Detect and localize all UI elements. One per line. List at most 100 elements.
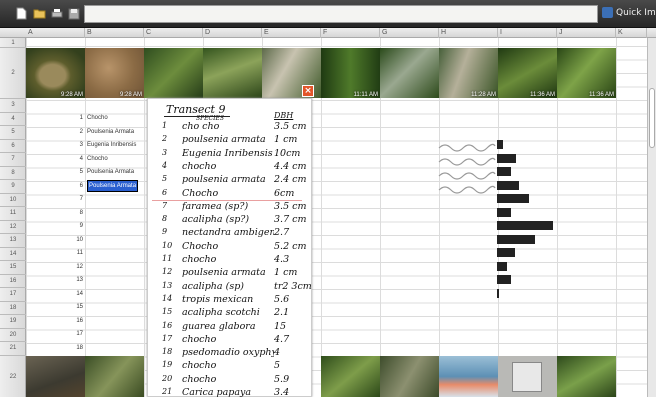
save-icon[interactable]	[67, 6, 81, 21]
number-cell[interactable]: 3	[67, 139, 83, 151]
column-header[interactable]: K	[616, 28, 647, 38]
note-species: chocho	[182, 333, 217, 345]
row-header[interactable]: 20	[0, 329, 26, 342]
photo-thumbnail[interactable]: 11:36 AM	[557, 48, 616, 98]
note-species: guarea glabora	[182, 320, 256, 332]
row-header[interactable]: 14	[0, 248, 26, 261]
photo-thumbnail[interactable]: 11:11 AM	[321, 48, 380, 98]
handwritten-note-image[interactable]: Transect 9 SPECIES DBH 1 cho cho 3.5 cm 2 po…	[147, 98, 312, 397]
photo-timestamp: 11:28 AM	[471, 92, 496, 98]
row-header[interactable]: 9	[0, 180, 26, 194]
row-header[interactable]: 3	[0, 99, 26, 113]
photo-thumbnail[interactable]	[498, 356, 557, 397]
column-header[interactable]: A	[26, 28, 85, 38]
note-species: poulsenia armata	[182, 267, 266, 279]
note-species: Eugenia Inribensis	[182, 147, 273, 159]
close-icon[interactable]: ×	[302, 85, 314, 97]
number-cell[interactable]: 12	[67, 261, 83, 273]
formula-bar[interactable]	[84, 5, 598, 23]
number-cell[interactable]: 14	[67, 288, 83, 300]
number-cell[interactable]: 16	[67, 315, 83, 327]
column-header[interactable]: F	[321, 28, 380, 38]
number-cell[interactable]: 1	[67, 112, 83, 124]
species-cell[interactable]: Eugenia Inribensis	[87, 139, 136, 151]
note-line-number: 1	[162, 121, 168, 130]
scribble-sketch	[438, 143, 496, 194]
photo-thumbnail[interactable]	[203, 48, 262, 98]
number-cell[interactable]: 17	[67, 328, 83, 340]
photo-thumbnail[interactable]	[380, 356, 439, 397]
row-header[interactable]: 17	[0, 288, 26, 302]
quick-import-button[interactable]: Quick Import	[602, 7, 656, 18]
photo-thumbnail[interactable]: 11:36 AM	[498, 48, 557, 98]
photo-thumbnail[interactable]: 9:28 AM	[85, 48, 144, 98]
column-header[interactable]: C	[144, 28, 203, 38]
number-cell[interactable]: 4	[67, 153, 83, 165]
row-header[interactable]: 5	[0, 126, 26, 140]
photo-thumbnail[interactable]	[144, 48, 203, 98]
column-header[interactable]: J	[557, 28, 616, 38]
selected-cell[interactable]: Poulsenia Armata	[87, 179, 139, 192]
column-header[interactable]: D	[203, 28, 262, 38]
row-header[interactable]: 11	[0, 207, 26, 221]
note-species: poulsenia armata	[182, 134, 266, 146]
number-cell[interactable]: 18	[67, 342, 83, 354]
row-header[interactable]: 7	[0, 153, 26, 167]
row-header[interactable]: 12	[0, 221, 26, 234]
species-cell[interactable]: Chocho	[87, 153, 108, 165]
note-dbh: 2.1	[274, 307, 290, 319]
number-cell[interactable]: 15	[67, 301, 83, 313]
photo-thumbnail[interactable]	[85, 356, 144, 397]
photo-thumbnail[interactable]	[321, 356, 380, 397]
number-cell[interactable]: 9	[67, 220, 83, 232]
number-cell[interactable]: 6	[67, 180, 83, 192]
row-header[interactable]: 1	[0, 38, 26, 48]
note-species: tropis mexican	[182, 293, 254, 305]
print-icon[interactable]	[50, 6, 64, 21]
column-header[interactable]: H	[439, 28, 498, 38]
photo-thumbnail[interactable]	[439, 356, 498, 397]
column-header[interactable]: E	[262, 28, 321, 38]
note-species: faramea (sp?)	[182, 200, 249, 212]
species-cell[interactable]: Poulsenia Armata	[87, 126, 134, 138]
photo-thumbnail[interactable]: 9:28 AM	[26, 48, 85, 98]
new-document-icon[interactable]	[14, 6, 28, 21]
species-cell[interactable]: Poulsenia Armata	[87, 166, 134, 178]
row-header[interactable]: 2	[0, 48, 26, 99]
row-header[interactable]: 4	[0, 113, 26, 126]
note-species: psedomadio oxyphyllaria	[182, 347, 274, 359]
photo-thumbnail[interactable]	[26, 356, 85, 397]
number-cell[interactable]: 8	[67, 207, 83, 219]
row-header[interactable]: 8	[0, 167, 26, 180]
number-cell[interactable]: 7	[67, 193, 83, 205]
row-header[interactable]: 18	[0, 302, 26, 315]
column-header[interactable]: G	[380, 28, 439, 38]
row-header[interactable]: 16	[0, 275, 26, 288]
vertical-scrollbar[interactable]	[647, 38, 656, 397]
note-line-number: 13	[162, 280, 173, 290]
row-header[interactable]: 6	[0, 140, 26, 153]
dbh-bar	[497, 275, 512, 284]
open-folder-icon[interactable]	[32, 6, 46, 21]
column-header[interactable]: I	[498, 28, 557, 38]
note-dbh: 1 cm	[274, 267, 298, 279]
row-header[interactable]: 13	[0, 234, 26, 248]
note-dbh: 4.7	[274, 333, 290, 345]
number-cell[interactable]: 11	[67, 247, 83, 259]
photo-thumbnail[interactable]: 11:28 AM	[439, 48, 498, 98]
row-header[interactable]: 15	[0, 261, 26, 275]
photo-thumbnail[interactable]	[380, 48, 439, 98]
row-header[interactable]: 10	[0, 194, 26, 207]
species-cell[interactable]: Chocho	[87, 112, 108, 124]
row-header[interactable]: 21	[0, 342, 26, 356]
row-header[interactable]: 22	[0, 356, 26, 397]
number-cell[interactable]: 2	[67, 126, 83, 138]
column-header[interactable]: B	[85, 28, 144, 38]
note-line-number: 19	[162, 360, 173, 370]
photo-thumbnail[interactable]	[557, 356, 616, 397]
row-header[interactable]: 19	[0, 315, 26, 329]
number-cell[interactable]: 5	[67, 166, 83, 178]
number-cell[interactable]: 13	[67, 274, 83, 286]
scrollbar-thumb[interactable]	[649, 88, 655, 148]
number-cell[interactable]: 10	[67, 234, 83, 246]
